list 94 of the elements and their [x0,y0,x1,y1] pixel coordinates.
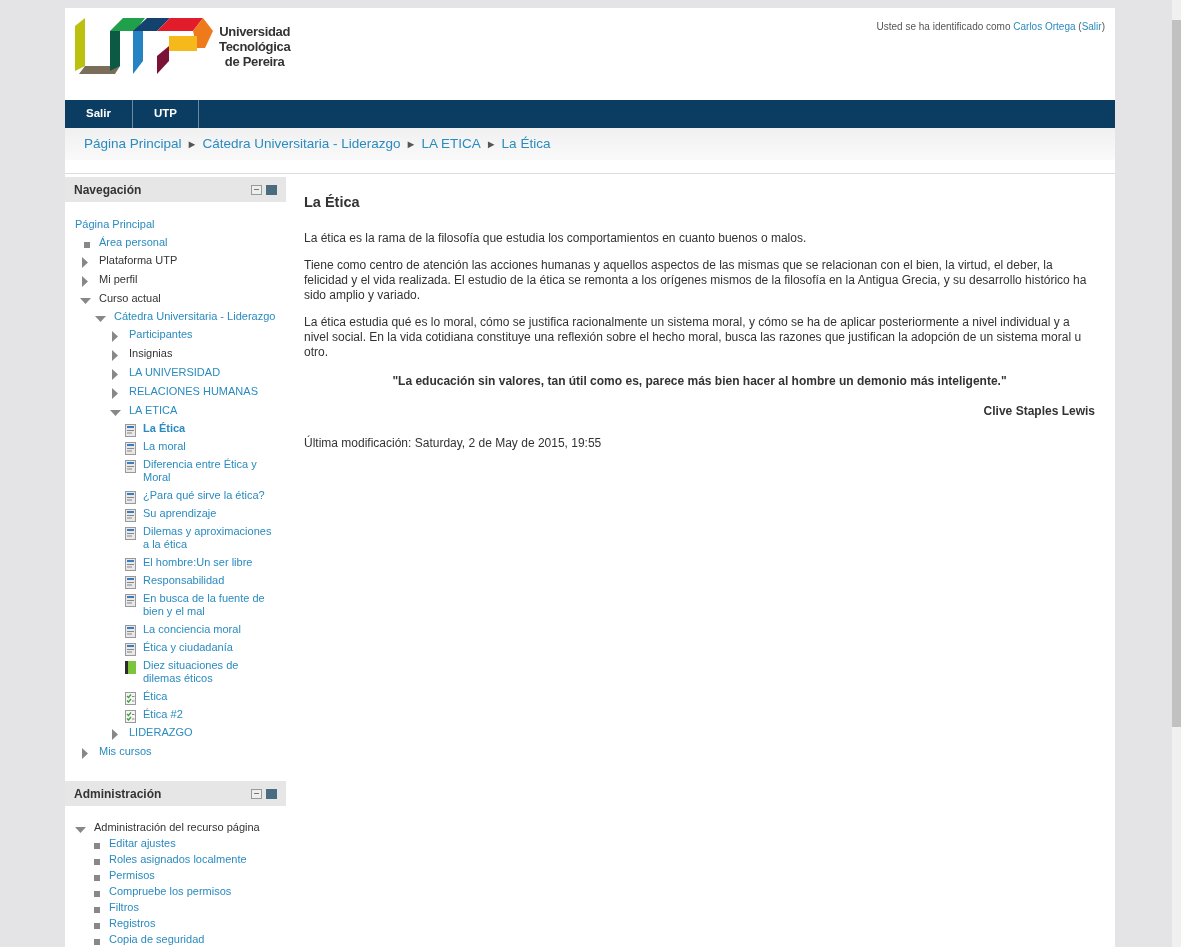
breadcrumb-link[interactable]: LA ETICA [421,133,481,155]
dock-icon[interactable] [266,788,277,799]
bullet-icon [94,906,100,913]
breadcrumb-separator: ► [405,136,417,152]
page-icon [125,557,136,571]
nav-link[interactable]: Cátedra Universitaria - Liderazgo [114,309,276,323]
user-link[interactable]: Carlos Ortega [1013,21,1076,32]
nav-link[interactable]: Diez situaciones de dilemas éticos [143,658,278,685]
nav-link[interactable]: Participantes [129,327,193,341]
paragraph: La ética es la rama de la filosofía que estudia los comportamientos en cuanto buenos o malos. [304,230,808,246]
page-icon [125,490,136,504]
nav-link[interactable]: Copia de seguridad [109,932,205,946]
nav-link[interactable]: Editar ajustes [109,836,176,850]
breadcrumb-link[interactable]: La Ética [501,133,551,155]
bullet-icon [94,874,100,881]
page-icon [125,459,136,473]
page-icon [125,441,136,455]
breadcrumb-separator: ► [186,136,198,152]
nav-link[interactable]: LA ETICA [129,403,178,417]
nav-link[interactable]: Registros [109,916,156,930]
caret-right-icon[interactable] [112,387,119,399]
nav-link[interactable]: En busca de la fuente de bien y el mal [143,591,278,618]
nav-link[interactable]: Roles asignados localmente [109,852,247,866]
scrollbar[interactable] [1172,0,1181,947]
checklist-icon [125,691,136,705]
nav-link[interactable]: El hombre:Un ser libre [143,555,253,569]
bullet-icon [94,922,100,929]
nav-label[interactable]: Administración del recurso página [94,820,260,834]
quote-author: Clive Staples Lewis [982,402,1095,420]
bullet-icon [94,858,100,865]
login-info: Usted se ha identificado como Carlos Ortega (Salir) [876,20,1105,34]
nav-link[interactable]: ¿Para qué sirve la ética? [143,488,265,502]
nav-label[interactable]: Insignias [129,346,173,360]
page-icon [125,508,136,522]
dock-icon[interactable] [266,184,277,195]
nav-label[interactable]: Mi perfil [99,272,138,286]
last-modified: Última modificación: Saturday, 2 de May de 2015, 19:55 [304,434,603,452]
nav-link[interactable]: Diferencia entre Ética y Moral [143,457,278,484]
page-title: La Ética [304,193,361,212]
block-title: Administración [74,785,162,803]
nav-link[interactable]: LIDERAZGO [129,725,193,739]
nav-link[interactable]: Ética #2 [143,707,183,721]
page-icon [125,593,136,607]
caret-right-icon[interactable] [112,368,119,380]
page-icon [125,575,136,589]
nav-link[interactable]: Ética [143,689,168,703]
breadcrumb-separator: ► [485,136,497,152]
quote: "La educación sin valores, tan útil como es, parece más bien hacer al hombre un demonio más inteligente." [391,372,1008,390]
bullet-icon [94,890,100,897]
nav-link[interactable]: Filtros [109,900,139,914]
bullet-icon [94,938,100,945]
logo-icon [75,16,215,76]
bullet-icon [84,241,90,248]
caret-right-icon[interactable] [112,330,119,342]
bullet-icon [94,842,100,849]
caret-right-icon[interactable] [82,275,89,287]
nav-link[interactable]: LA UNIVERSIDAD [129,365,221,379]
breadcrumb-link[interactable]: Página Principal [84,133,182,155]
nav-link[interactable]: Responsabilidad [143,573,225,587]
nav-label[interactable]: Plataforma UTP [99,253,178,267]
nav-link[interactable]: Compruebe los permisos [109,884,232,898]
nav-link[interactable]: Permisos [109,868,155,882]
nav-link[interactable]: Ética y ciudadanía [143,640,233,654]
nav-link[interactable]: Su aprendizaje [143,506,217,520]
nav-link[interactable]: Página Principal [75,217,155,231]
book-icon [125,660,136,674]
nav-link[interactable]: La moral [143,439,186,453]
page-icon [125,526,136,540]
page-icon [125,423,136,437]
page-icon [125,642,136,656]
nav-label[interactable]: Curso actual [99,291,161,305]
nav-link[interactable]: Área personal [99,235,168,249]
caret-down-icon[interactable] [80,297,91,305]
caret-down-icon[interactable] [95,315,106,323]
nav-link[interactable]: La Ética [143,421,186,435]
checklist-icon [125,709,136,723]
nav-link[interactable]: La conciencia moral [143,622,241,636]
caret-down-icon[interactable] [110,409,121,417]
caret-down-icon[interactable] [75,826,86,834]
caret-right-icon[interactable] [82,747,89,759]
nav-link[interactable]: Mis cursos [99,744,152,758]
caret-right-icon[interactable] [112,728,119,740]
minimize-icon[interactable] [251,184,262,195]
block-title: Navegación [74,181,142,199]
minimize-icon[interactable] [251,788,262,799]
breadcrumb-link[interactable]: Cátedra Universitaria - Liderazgo [202,133,401,155]
page-icon [125,624,136,638]
nav-link[interactable]: RELACIONES HUMANAS [129,384,258,398]
caret-right-icon[interactable] [112,349,119,361]
paragraph: La ética estudia qué es lo moral, cómo se justifica racionalmente un sistema moral, y cómo se ha de aplicar posteriormente a nivel individual y a nivel social. En la vida cotidiana constituye una reflexión sobre el hecho moral, busca las razones que justifican la adopción de un sistema moral u otro. [304,314,1083,360]
paragraph: Tiene como centro de atención las acciones humanas y aquellos aspectos de las mismas que se relacionan con el bien, la virtud, el deber, la felicidad y el vida realizada. El estudio de la ética se remonta a los orígenes mismos de la filosofía en la Antigua Grecia, y su desarrollo histórico ha sido amplio y variado. [304,257,1088,303]
logo-text: Universidad Tecnológica de Pereira [219,23,291,69]
caret-right-icon[interactable] [82,256,89,268]
nav-link[interactable]: Dilemas y aproximaciones a la ética [143,524,278,551]
